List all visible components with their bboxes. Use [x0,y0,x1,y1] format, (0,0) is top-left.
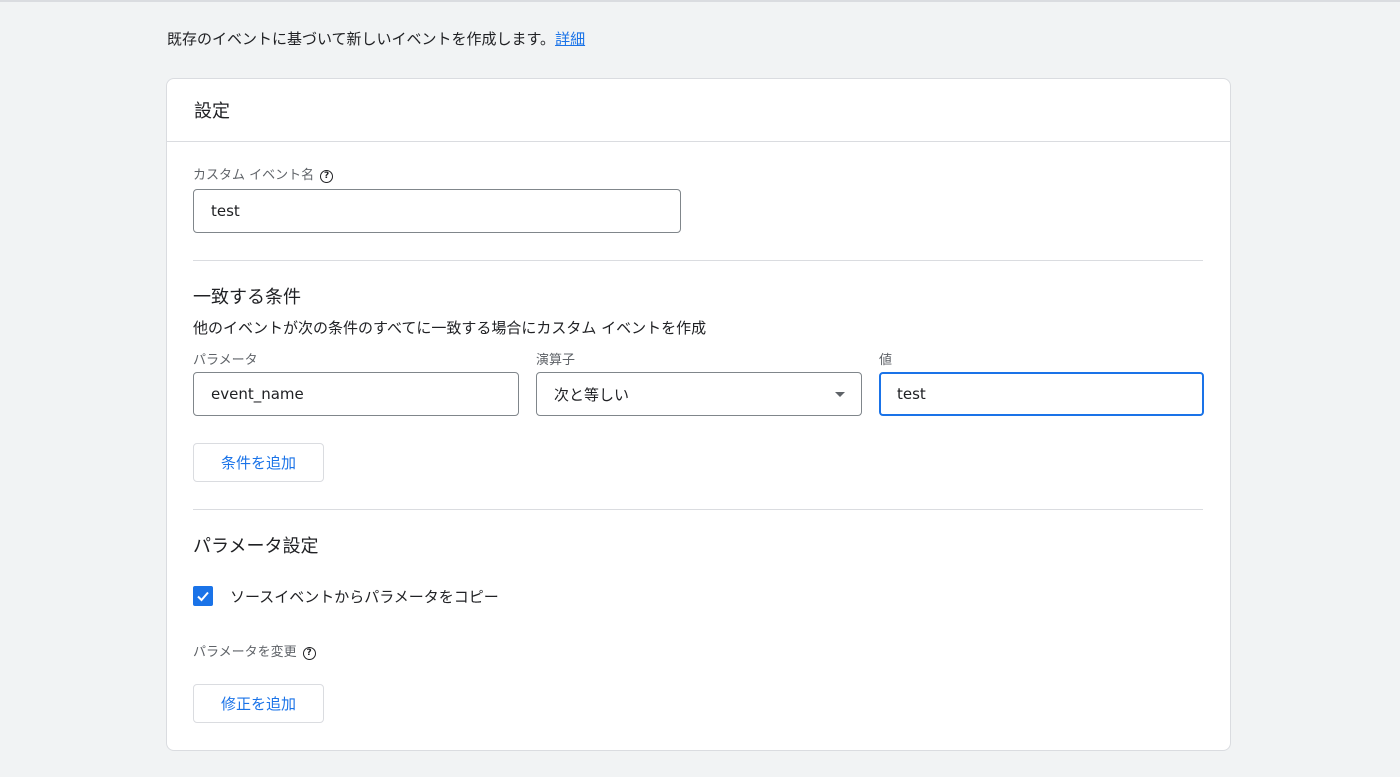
add-modification-button[interactable]: 修正を追加 [193,684,324,723]
conditions-title: 一致する条件 [193,287,301,308]
custom-event-name-label-text: カスタム イベント名 [193,168,315,183]
divider [193,509,1203,510]
caret-down-icon [835,392,845,397]
top-border [0,0,1400,2]
custom-event-name-input[interactable]: test [193,189,681,233]
operator-label: 演算子 [536,353,575,369]
help-icon[interactable]: ? [302,646,316,660]
divider [193,260,1203,261]
help-icon[interactable]: ? [320,169,334,183]
intro-description: 既存のイベントに基づいて新しいイベントを作成します。 [167,30,556,48]
checkmark-icon [197,591,209,602]
parameter-label-text: パラメータ [193,353,258,368]
parameter-input[interactable]: event_name [193,372,519,416]
parameter-value: event_name [211,385,304,403]
custom-event-name-value: test [211,202,240,220]
card-title: 設定 [194,101,230,122]
value-input[interactable]: test [879,372,1204,416]
modify-parameters-label-text: パラメータを変更 [193,645,297,660]
value-label: 値 [879,353,892,369]
card-header: 設定 [167,79,1230,142]
add-condition-button[interactable]: 条件を追加 [193,443,324,482]
parameter-settings-title: パラメータ設定 [193,536,319,557]
custom-event-name-label: カスタム イベント名 ? [193,168,334,184]
operator-select[interactable]: 次と等しい [536,372,862,416]
parameter-label: パラメータ [193,353,258,369]
operator-value: 次と等しい [554,385,630,404]
conditions-description: 他のイベントが次の条件のすべてに一致する場合にカスタム イベントを作成 [193,319,707,337]
settings-card: 設定 カスタム イベント名 ? test 一致する条件 他のイベントが次の条件の… [166,78,1231,751]
copy-parameters-label[interactable]: ソースイベントからパラメータをコピー [230,586,499,607]
intro-text: 既存のイベントに基づいて新しいイベントを作成します。詳細 [167,29,585,49]
value-label-text: 値 [879,353,893,368]
modify-parameters-label: パラメータを変更 ? [193,645,316,661]
copy-parameters-checkbox[interactable] [193,586,213,606]
details-link[interactable]: 詳細 [555,30,585,48]
operator-label-text: 演算子 [536,353,576,368]
value-value: test [897,385,926,403]
